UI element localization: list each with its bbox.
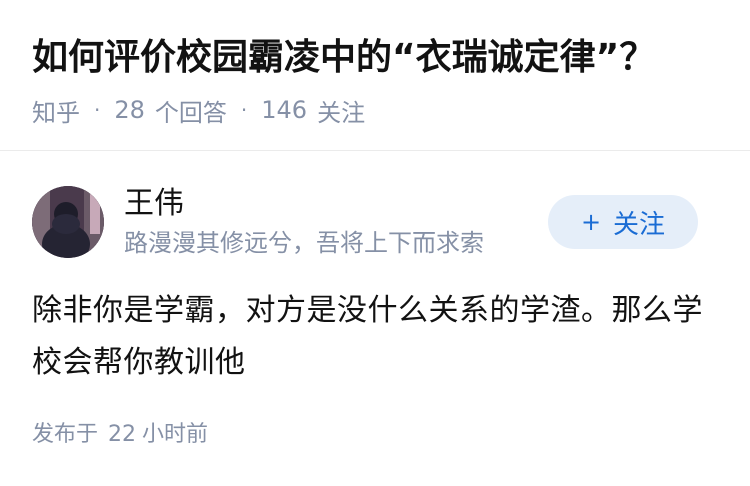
answer-content[interactable]: 除非你是学霸，对方是没什么关系的学渣。那么学校会帮你教训他 xyxy=(32,285,718,389)
plus-icon: + xyxy=(580,208,602,236)
follower-count: 146 xyxy=(261,96,308,124)
author-bio: 路漫漫其修远兮，吾将上下而求索 xyxy=(124,229,484,257)
publish-time: 发布于 22 小时前 xyxy=(32,419,208,451)
follow-button[interactable]: + 关注 xyxy=(548,195,698,249)
publish-unit: 小时前 xyxy=(142,422,209,447)
question-title[interactable]: 如何评价校园霸凌中的“衣瑞诚定律”？ xyxy=(32,34,655,82)
publish-prefix: 发布于 xyxy=(32,422,99,447)
question-meta: 知乎 · 28 个回答 · 146 关注 xyxy=(32,93,365,127)
answer-count: 28 xyxy=(114,96,145,124)
publish-value: 22 xyxy=(108,422,137,447)
user-avatar-photo-icon xyxy=(32,186,104,258)
meta-separator: · xyxy=(94,98,101,122)
answer-count-label: 个回答 xyxy=(154,98,227,127)
follow-button-label: 关注 xyxy=(613,209,666,240)
answer-item: 王伟 路漫漫其修远兮，吾将上下而求索 + 关注 除非你是学霸，对方是没什么关系的… xyxy=(0,151,750,486)
avatar[interactable] xyxy=(32,186,104,258)
follower-count-label: 关注 xyxy=(317,98,366,127)
question-header: 如何评价校园霸凌中的“衣瑞诚定律”？ 知乎 · 28 个回答 · 146 关注 xyxy=(0,0,750,151)
source-label[interactable]: 知乎 xyxy=(32,93,80,128)
meta-separator-2: · xyxy=(240,98,248,122)
author-name[interactable]: 王伟 xyxy=(124,185,184,223)
answer-page: 如何评价校园霸凌中的“衣瑞诚定律”？ 知乎 · 28 个回答 · 146 关注 xyxy=(0,0,750,486)
